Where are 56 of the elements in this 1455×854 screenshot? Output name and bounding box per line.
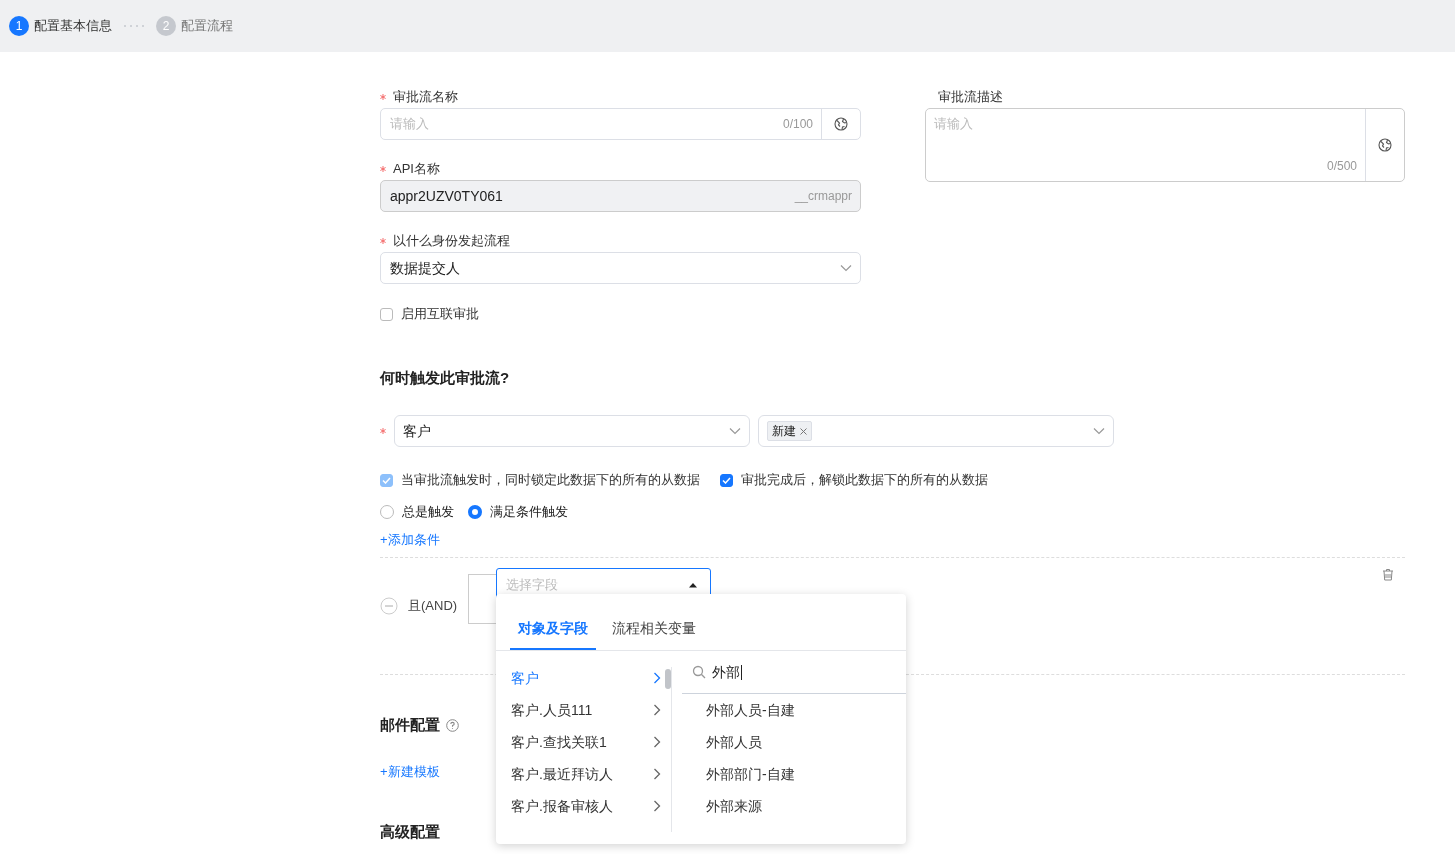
dropdown-tab[interactable]: 流程相关变量	[604, 620, 704, 650]
chevron-down-icon	[1093, 427, 1105, 435]
field-label: 以什么身份发起流程	[393, 233, 510, 249]
checkbox-label: 审批完成后，解锁此数据下的所有的从数据	[741, 472, 988, 488]
caret-up-icon	[688, 582, 698, 588]
step-label[interactable]: 配置基本信息	[34, 18, 112, 34]
field-option[interactable]: 外部人员	[682, 726, 906, 758]
new-template-link[interactable]: +新建模板	[380, 764, 440, 780]
chevron-right-icon	[653, 672, 661, 684]
help-icon[interactable]	[446, 718, 459, 732]
radio-button[interactable]	[468, 505, 482, 519]
chevron-down-icon	[729, 427, 741, 435]
globe-icon[interactable]	[834, 117, 848, 131]
section-heading: 高级配置	[380, 823, 440, 841]
search-field[interactable]: 外部	[682, 651, 906, 694]
trash-icon[interactable]	[1382, 568, 1394, 581]
radio-label: 满足条件触发	[490, 504, 568, 520]
step-number: 1	[9, 16, 29, 36]
char-counter: 0/100	[782, 116, 814, 132]
initiator-select[interactable]: 数据提交人	[380, 252, 861, 284]
section-heading: 邮件配置	[380, 716, 440, 734]
checkbox-label: 当审批流触发时，同时锁定此数据下的所有的从数据	[401, 472, 700, 488]
char-counter: 0/500	[1326, 158, 1357, 174]
logic-label: 且(AND)	[408, 598, 458, 614]
object-select[interactable]: 客户	[394, 415, 750, 447]
scrollbar-thumb[interactable]	[665, 669, 671, 689]
section-heading: 何时触发此审批流?	[380, 369, 510, 387]
checkbox-label: 启用互联审批	[401, 306, 479, 322]
dropdown-tab[interactable]: 对象及字段	[510, 620, 596, 650]
chevron-right-icon	[653, 736, 661, 748]
field-option[interactable]: 外部来源	[682, 790, 906, 822]
action-select[interactable]: 新建	[758, 415, 1114, 447]
field-label: 审批流名称	[393, 89, 458, 105]
field-label: 审批流描述	[938, 89, 1003, 105]
add-condition-link[interactable]: +添加条件	[380, 532, 440, 548]
globe-icon[interactable]	[1378, 138, 1392, 152]
chevron-right-icon	[653, 800, 661, 812]
tag: 新建	[767, 421, 812, 441]
object-item[interactable]: 客户.人员111	[496, 694, 661, 726]
field-label: API名称	[393, 161, 440, 177]
search-icon	[692, 665, 706, 679]
step-label[interactable]: 配置流程	[181, 18, 233, 34]
field-option[interactable]: 外部部门-自建	[682, 758, 906, 790]
object-item[interactable]: 客户.报备审核人	[496, 790, 661, 822]
chevron-right-icon	[653, 768, 661, 780]
chevron-right-icon	[653, 704, 661, 716]
step-number: 2	[156, 16, 176, 36]
object-item[interactable]: 客户.查找关联1	[496, 726, 661, 758]
checkbox[interactable]	[720, 473, 733, 487]
radio-label: 总是触发	[402, 504, 454, 520]
checkbox[interactable]	[380, 307, 393, 321]
object-item[interactable]: 客户	[496, 662, 661, 694]
close-icon[interactable]	[800, 427, 807, 435]
field-option[interactable]: 外部人员-自建	[682, 694, 906, 726]
chevron-down-icon	[840, 264, 852, 272]
object-item[interactable]: 客户.最近拜访人	[496, 758, 661, 790]
